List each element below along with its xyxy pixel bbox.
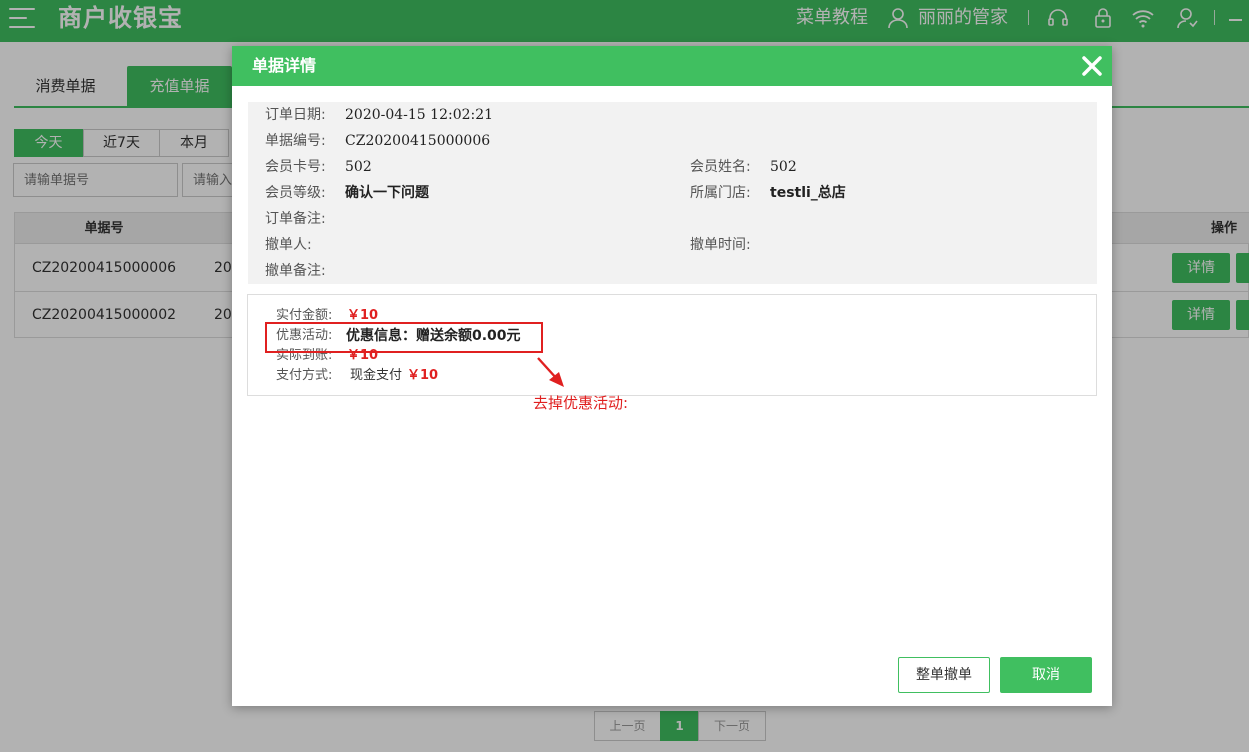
order-no-label: 单据编号: [265,133,326,149]
cancel-whole-order-button[interactable]: 整单撤单 [898,657,990,693]
close-icon[interactable] [1078,52,1106,80]
member-name-value: 502 [770,159,797,175]
store-label: 所属门店: [690,185,751,201]
modal-header: 单据详情 [232,46,1112,86]
member-name-label: 会员姓名: [690,159,751,175]
order-info-panel: 订单日期: 2020-04-15 12:02:21 单据编号: CZ202004… [248,102,1097,284]
cancel-remark-label: 撤单备注: [265,263,326,279]
order-date-label: 订单日期: [265,107,326,123]
payment-method-value: 现金支付 [350,368,403,383]
bill-detail-modal: 单据详情 订单日期: 2020-04-15 12:02:21 单据编号: CZ2… [232,46,1112,706]
card-no-value: 502 [345,159,372,175]
payment-method-amount: ￥10 [407,368,439,383]
order-date-value: 2020-04-15 12:02:21 [345,107,494,123]
annotation-note: 去掉优惠活动: [533,394,629,412]
annotation-arrow-icon [537,357,564,387]
modal-title: 单据详情 [252,56,317,75]
cancel-button[interactable]: 取消 [1000,657,1092,693]
store-value: testli_总店 [770,185,846,201]
canceller-label: 撤单人: [265,237,312,253]
card-no-label: 会员卡号: [265,159,326,175]
cancel-time-label: 撤单时间: [690,237,751,253]
order-no-value: CZ20200415000006 [345,133,491,149]
annotation-highlight-box [265,322,543,353]
order-remark-label: 订单备注: [265,211,326,227]
member-level-value: 确认一下问题 [345,185,429,201]
member-level-label: 会员等级: [265,185,326,201]
payment-method-label: 支付方式: [276,368,333,383]
